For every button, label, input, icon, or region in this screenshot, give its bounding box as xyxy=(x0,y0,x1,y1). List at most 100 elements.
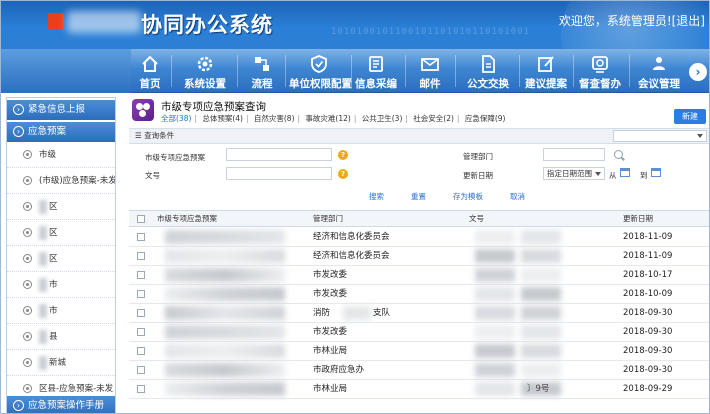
sidebar-item[interactable]: 市级 xyxy=(7,142,115,168)
nav-next-arrow-icon[interactable]: › xyxy=(689,63,707,81)
tab-support[interactable]: 应急保障(9) xyxy=(465,114,506,123)
dept-cell: 市政府应急办 xyxy=(313,365,365,375)
reset-button[interactable]: 重置 xyxy=(411,191,426,202)
table-row[interactable]: 经济和信息化委员会 2018-11-09 xyxy=(129,247,709,266)
sidebar-item[interactable]: 区 xyxy=(7,246,115,272)
table-row[interactable]: 市发改委 2018-10-17 xyxy=(129,266,709,285)
row-checkbox[interactable] xyxy=(137,271,145,279)
nav-info[interactable]: 信息采编 xyxy=(355,49,397,93)
sidebar-item[interactable]: 市 xyxy=(7,298,115,324)
nav-mail[interactable]: 邮件 xyxy=(413,49,447,93)
sidebar-item[interactable]: (市级)应急预案-未发 xyxy=(7,168,115,194)
doc-number-input[interactable] xyxy=(226,167,332,180)
redacted-block xyxy=(39,225,47,240)
sidebar-item[interactable]: 区 xyxy=(7,194,115,220)
nav-label: 单位权限配置 xyxy=(289,78,352,90)
redacted-block xyxy=(39,303,47,318)
table-row[interactable]: 经济和信息化委员会 2018-11-09 xyxy=(129,228,709,247)
redacted-doc-number xyxy=(521,249,561,263)
edit-icon xyxy=(536,54,556,74)
sidebar-section-plans[interactable]: › 应急预案 xyxy=(7,122,115,142)
nav-system-settings[interactable]: 系统设置 xyxy=(179,49,231,93)
page-title: 市级专项应急预案查询 xyxy=(161,101,266,113)
condition-template-select[interactable] xyxy=(613,130,707,142)
table-row[interactable]: 市林业局 2018-09-29 〕9号 xyxy=(129,380,709,399)
flow-icon xyxy=(252,54,272,74)
row-checkbox[interactable] xyxy=(137,385,145,393)
nav-flow[interactable]: 流程 xyxy=(245,49,279,93)
update-date-label: 更新日期 xyxy=(463,171,493,180)
chevron-circle-icon: › xyxy=(13,104,24,115)
nav-meetings[interactable]: 会议管理 xyxy=(635,49,683,93)
calendar-icon[interactable] xyxy=(651,168,661,177)
column-header[interactable]: 市级专项应急预案 xyxy=(157,211,217,227)
nav-document-exchange[interactable]: 公文交换 xyxy=(463,49,513,93)
sidebar-item-label: (市级)应急预案-未发 xyxy=(39,176,116,186)
plan-icon xyxy=(132,99,154,121)
dept-cell: 市发改委 xyxy=(313,327,348,337)
search-actions: 搜索 重置 存为模板 取消 xyxy=(129,191,709,205)
tab-accident[interactable]: 事故灾难(12) xyxy=(305,114,350,123)
redacted-block xyxy=(39,329,47,344)
date-cell: 2018-11-09 xyxy=(623,251,673,261)
shield-icon xyxy=(309,54,329,74)
sidebar-item-label: 市 xyxy=(49,280,58,290)
new-button[interactable]: 新建 xyxy=(674,109,706,124)
date-range-select[interactable]: 指定日期范围 xyxy=(543,167,605,180)
calendar-icon[interactable] xyxy=(620,168,630,177)
search-icon[interactable] xyxy=(614,150,623,159)
redacted-doc-number xyxy=(475,325,515,339)
nav-home[interactable]: 首页 xyxy=(133,49,167,93)
row-checkbox[interactable] xyxy=(137,233,145,241)
row-checkbox[interactable] xyxy=(137,347,145,355)
dept-input[interactable] xyxy=(543,148,605,161)
search-button[interactable]: 搜索 xyxy=(369,191,384,202)
plan-name-input[interactable] xyxy=(226,148,332,161)
tab-health[interactable]: 公共卫生(3) xyxy=(362,114,403,123)
sidebar-item-label: 区 xyxy=(49,202,58,212)
table-row[interactable]: 市政府应急办 2018-09-30 xyxy=(129,361,709,380)
sidebar-item[interactable]: 新城 xyxy=(7,350,115,376)
welcome-area: 欢迎您，系统管理员![退出] xyxy=(559,12,705,29)
column-header[interactable]: 更新日期 xyxy=(623,211,653,227)
tab-overall[interactable]: 总体预案(4) xyxy=(202,114,243,123)
sidebar-item[interactable]: 县 xyxy=(7,324,115,350)
table-row[interactable]: 消防 支队 2018-09-30 xyxy=(129,304,709,323)
row-checkbox[interactable] xyxy=(137,328,145,336)
nav-label: 建议提案 xyxy=(525,78,567,90)
row-checkbox[interactable] xyxy=(137,309,145,317)
date-cell: 2018-10-09 xyxy=(623,289,673,299)
column-header[interactable]: 文号 xyxy=(469,211,484,227)
nav-unit-permissions[interactable]: 单位权限配置 xyxy=(289,49,352,93)
nav-label: 会议管理 xyxy=(638,78,680,90)
row-checkbox[interactable] xyxy=(137,366,145,374)
logout-link[interactable]: [退出] xyxy=(672,14,705,28)
help-icon[interactable]: ? xyxy=(338,150,348,160)
tab-natural[interactable]: 自然灾害(8) xyxy=(254,114,295,123)
row-checkbox[interactable] xyxy=(137,252,145,260)
sidebar-item[interactable]: 区 xyxy=(7,220,115,246)
sidebar-item[interactable]: 市 xyxy=(7,272,115,298)
tab-security[interactable]: 社会安全(2) xyxy=(413,114,454,123)
row-checkbox[interactable] xyxy=(137,290,145,298)
sidebar-item-label: 新城 xyxy=(49,358,67,368)
redacted-doc-number xyxy=(521,344,561,358)
sidebar-section-urgent[interactable]: › 紧急信息上报 xyxy=(7,100,115,120)
welcome-text: 欢迎您，系统管理员! xyxy=(558,14,672,28)
tab-all[interactable]: 全部(38) xyxy=(161,114,191,123)
sidebar-manual[interactable]: › 应急预案操作手册 xyxy=(7,396,115,413)
select-all-checkbox[interactable] xyxy=(137,215,145,223)
save-template-button[interactable]: 存为模板 xyxy=(453,191,483,202)
table-row[interactable]: 市发改委 2018-09-30 xyxy=(129,323,709,342)
cancel-button[interactable]: 取消 xyxy=(510,191,525,202)
column-header[interactable]: 管理部门 xyxy=(313,211,343,227)
to-text: 到 xyxy=(640,171,648,180)
redacted-doc-number xyxy=(475,230,515,244)
nav-label: 公文交换 xyxy=(467,78,509,90)
table-row[interactable]: 市林业局 2018-09-30 xyxy=(129,342,709,361)
help-icon[interactable]: ? xyxy=(338,169,348,179)
nav-supervision[interactable]: 督查督办 xyxy=(577,49,623,93)
table-row[interactable]: 市发改委 2018-10-09 xyxy=(129,285,709,304)
nav-suggestions[interactable]: 建议提案 xyxy=(523,49,569,93)
redacted-plan-name xyxy=(165,249,285,263)
